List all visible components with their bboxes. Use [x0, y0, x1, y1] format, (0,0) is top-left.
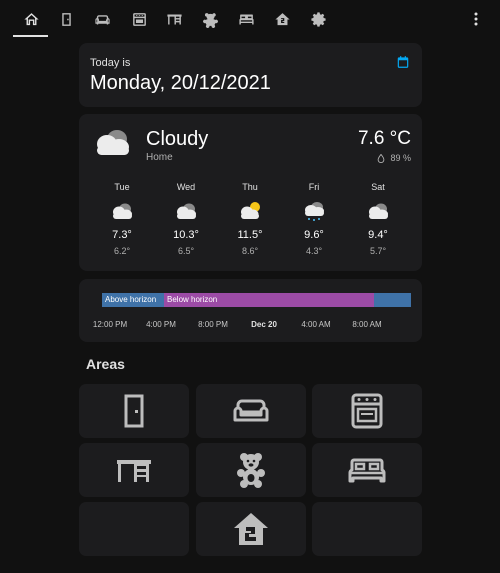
- forecast-day: Sat 9.4° 5.7°: [346, 182, 410, 256]
- door-icon: [61, 12, 71, 26]
- above-horizon-segment[interactable]: [374, 293, 411, 307]
- gear-icon: [310, 11, 326, 27]
- forecast-low: 8.6°: [241, 246, 259, 256]
- forecast-day: Wed 10.3° 6.5°: [154, 182, 218, 256]
- date-value: Monday, 20/12/2021: [90, 72, 271, 94]
- segment-label: Above horizon: [105, 295, 157, 304]
- segment-label: Below horizon: [167, 295, 218, 304]
- top-toolbar: [0, 0, 500, 38]
- humidity-readout: 89 %: [377, 153, 411, 163]
- cloudy-icon: [113, 203, 132, 219]
- timeline-tick: 8:00 AM: [352, 320, 382, 329]
- tab-sofa[interactable]: [85, 6, 119, 32]
- calendar-icon: [397, 56, 409, 68]
- forecast-low: 6.5°: [177, 246, 195, 256]
- partly-cloudy-icon: [241, 202, 260, 219]
- forecast-day-name: Thu: [242, 182, 258, 192]
- cloudy-icon: [177, 203, 196, 219]
- teddy-bear-icon: [202, 12, 218, 28]
- tab-kitchen[interactable]: [122, 6, 156, 32]
- area-tile-kitchen[interactable]: [312, 384, 422, 438]
- stove-icon: [351, 393, 383, 429]
- areas-heading: Areas: [86, 356, 125, 372]
- forecast-low: 6.2°: [113, 246, 131, 256]
- sofa-icon: [233, 399, 269, 422]
- tab-kids-room[interactable]: [193, 6, 227, 32]
- overflow-menu-button[interactable]: [466, 9, 486, 29]
- weather-card[interactable]: Cloudy Home 7.6 °C 89 % Tue 7.3° 6.2° We…: [79, 114, 422, 271]
- sofa-icon: [94, 14, 110, 24]
- forecast-day-name: Fri: [308, 182, 320, 192]
- forecast-high: 9.4°: [368, 229, 388, 241]
- forecast-day-name: Sat: [371, 182, 385, 192]
- timeline-tick: 4:00 PM: [146, 320, 176, 329]
- forecast-day: Tue 7.3° 6.2°: [90, 182, 154, 256]
- forecast-high: 9.6°: [304, 229, 324, 241]
- forecast-row: Tue 7.3° 6.2° Wed 10.3° 6.5° Thu 11.5° 8…: [79, 182, 422, 266]
- sun-timeline-card[interactable]: Above horizon Below horizon 12:00 PM 4:0…: [79, 279, 422, 342]
- area-tile-kids-room[interactable]: [196, 443, 306, 497]
- area-tile-empty[interactable]: [79, 502, 189, 556]
- area-tile-empty[interactable]: [312, 502, 422, 556]
- timeline-tick: 8:00 PM: [198, 320, 228, 329]
- tab-bedroom[interactable]: [229, 6, 263, 32]
- area-tile-upstairs[interactable]: [196, 502, 306, 556]
- home-icon: [23, 12, 39, 25]
- stove-icon: [132, 12, 146, 26]
- forecast-low: 5.7°: [369, 246, 387, 256]
- tab-office[interactable]: [157, 6, 191, 32]
- weather-location: Home: [146, 152, 173, 163]
- forecast-day: Thu 11.5° 8.6°: [218, 182, 282, 256]
- desk-icon: [117, 460, 151, 482]
- home-floor-2-icon: [274, 12, 290, 25]
- forecast-low: 4.3°: [305, 246, 323, 256]
- desk-icon: [166, 14, 182, 24]
- timeline-tick: 4:00 AM: [301, 320, 331, 329]
- active-tab-indicator: [13, 35, 48, 37]
- tab-settings[interactable]: [301, 6, 335, 32]
- area-tile-door[interactable]: [79, 384, 189, 438]
- forecast-high: 11.5°: [237, 229, 263, 241]
- cloudy-icon: [97, 130, 129, 155]
- tab-home[interactable]: [14, 6, 48, 32]
- above-horizon-segment[interactable]: Above horizon: [102, 293, 164, 307]
- tab-door[interactable]: [49, 6, 83, 32]
- teddy-bear-icon: [237, 453, 265, 488]
- forecast-day-name: Tue: [114, 182, 130, 192]
- area-tile-bedroom[interactable]: [312, 443, 422, 497]
- current-temperature: 7.6 °C: [357, 128, 411, 149]
- area-tile-living-room[interactable]: [196, 384, 306, 438]
- below-horizon-segment[interactable]: Below horizon: [164, 293, 374, 307]
- area-tile-office[interactable]: [79, 443, 189, 497]
- door-icon: [124, 394, 144, 428]
- date-card[interactable]: Today is Monday, 20/12/2021: [79, 43, 422, 107]
- dots-vertical-icon: [474, 12, 478, 26]
- timeline-tick: 12:00 PM: [92, 320, 128, 329]
- water-drop-icon: [378, 153, 385, 163]
- humidity-value: 89 %: [390, 153, 411, 163]
- forecast-high: 10.3°: [173, 229, 199, 241]
- weather-condition: Cloudy: [146, 128, 209, 150]
- sun-timeline-bar: Above horizon Below horizon: [102, 293, 411, 307]
- forecast-high: 7.3°: [112, 229, 132, 241]
- cloudy-icon: [369, 203, 388, 219]
- bed-icon: [238, 14, 254, 24]
- forecast-day-name: Wed: [176, 182, 196, 192]
- timeline-tick: Dec 20: [251, 320, 277, 329]
- home-floor-2-icon: [234, 513, 268, 545]
- tab-upstairs[interactable]: [265, 6, 299, 32]
- snowy-rainy-icon: [305, 202, 324, 221]
- date-label: Today is: [90, 57, 131, 69]
- forecast-day: Fri 9.6° 4.3°: [282, 182, 346, 256]
- bed-icon: [348, 458, 386, 483]
